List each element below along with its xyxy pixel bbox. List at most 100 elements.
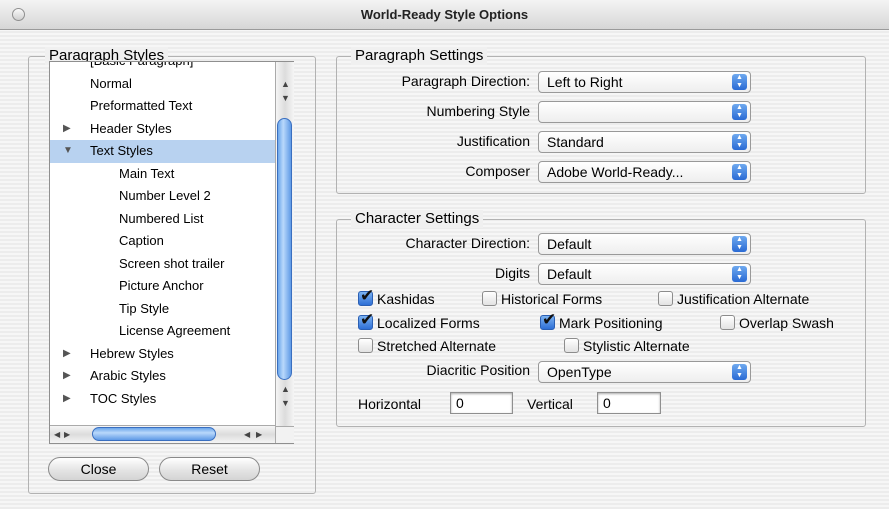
popup-arrows-icon: ▲ ▼ (732, 364, 747, 380)
scroll-up-arrow-icon[interactable]: ▲ (276, 383, 295, 395)
character-direction-value: Default (547, 236, 592, 252)
checkbox-box[interactable] (482, 291, 497, 306)
horizontal-label: Horizontal (358, 396, 422, 412)
scrollbar-corner (275, 426, 294, 443)
paragraph-direction-label: Paragraph Direction: (401, 73, 530, 89)
digits-popup[interactable]: Default ▲ ▼ (538, 263, 751, 285)
diacritic-position-value: OpenType (547, 364, 612, 380)
checkbox-box[interactable] (564, 338, 579, 353)
list-item[interactable]: ▶ Arabic Styles (50, 365, 276, 388)
list-item-label: [Basic Paragraph] (90, 62, 193, 73)
diacritic-position-popup[interactable]: OpenType ▲ ▼ (538, 361, 751, 383)
scroll-right-arrow-icon[interactable]: ▶ (64, 426, 70, 444)
list-item-label: Text Styles (90, 143, 153, 158)
list-item[interactable]: [Basic Paragraph] (50, 62, 276, 73)
digits-value: Default (547, 266, 592, 282)
disclosure-closed-icon[interactable]: ▶ (63, 388, 71, 411)
diacritic-position-label: Diacritic Position (426, 362, 530, 378)
checkbox-box[interactable] (658, 291, 673, 306)
scroll-up-arrow-icon[interactable]: ▲ (276, 78, 295, 90)
checkbox-box[interactable]: ✔ (358, 286, 374, 306)
scroll-down-arrow-icon[interactable]: ▼ (276, 92, 295, 104)
localized-forms-label: Localized Forms (377, 315, 480, 331)
window-close-icon[interactable] (12, 8, 25, 21)
list-item-label: License Agreement (119, 323, 231, 338)
checkmark-icon: ✔ (360, 286, 375, 305)
vertical-label: Vertical (527, 396, 573, 412)
composer-popup[interactable]: Adobe World-Ready... ▲ ▼ (538, 161, 751, 183)
list-item[interactable]: ▼ Text Styles (50, 140, 276, 163)
checkbox-box[interactable] (358, 338, 373, 353)
character-direction-label: Character Direction: (405, 235, 531, 251)
list-item-label: Numbered List (119, 210, 204, 226)
paragraph-styles-list[interactable]: [Basic Paragraph] Normal Preformatted Text… (49, 61, 294, 444)
checkbox-box[interactable] (720, 315, 735, 330)
digits-label: Digits (494, 265, 530, 281)
checkbox-box[interactable]: ✔ (358, 310, 374, 330)
list-item[interactable]: Preformatted Text (50, 95, 276, 118)
popup-arrows-icon: ▲ ▼ (732, 134, 747, 150)
horizontal-input[interactable]: 0 (450, 392, 513, 414)
scroll-down-arrow-icon[interactable]: ▼ (276, 397, 295, 409)
paragraph-settings-legend: Paragraph Settings (351, 47, 488, 65)
scroll-right-arrow-icon[interactable]: ▶ (256, 426, 262, 444)
list-item[interactable]: Screen shot trailer (50, 253, 276, 276)
title-bar: World-Ready Style Options (0, 0, 889, 30)
vertical-input[interactable]: 0 (597, 392, 661, 414)
numbering-style-popup[interactable]: ▲ ▼ (538, 101, 751, 123)
list-item-label: TOC Styles (90, 390, 157, 406)
list-item-label: Preformatted Text (90, 98, 193, 113)
scroll-left-arrow-icon[interactable]: ◀ (244, 426, 250, 444)
mark-positioning-label: Mark Positioning (559, 315, 663, 331)
historical-forms-checkbox[interactable]: Historical Forms (482, 289, 602, 309)
list-item[interactable]: Number Level 2 (50, 185, 276, 208)
list-item[interactable]: Normal (50, 73, 276, 96)
kashidas-checkbox[interactable]: ✔ Kashidas (358, 286, 435, 309)
justification-alternate-label: Justification Alternate (677, 291, 810, 307)
list-item[interactable]: Numbered List (50, 208, 276, 231)
justification-label: Justification (456, 133, 530, 149)
close-button[interactable]: Close (48, 457, 149, 481)
character-direction-popup[interactable]: Default ▲ ▼ (538, 233, 751, 255)
list-horizontal-scroll-thumb[interactable] (92, 427, 216, 441)
disclosure-closed-icon[interactable]: ▶ (63, 343, 71, 366)
popup-arrows-icon: ▲ ▼ (732, 104, 747, 120)
paragraph-direction-value: Left to Right (547, 74, 623, 90)
list-item[interactable]: ▶ Header Styles (50, 118, 276, 141)
overlap-swash-checkbox[interactable]: Overlap Swash (720, 313, 834, 333)
stylistic-alternate-checkbox[interactable]: Stylistic Alternate (564, 336, 690, 356)
justification-popup[interactable]: Standard ▲ ▼ (538, 131, 751, 153)
list-vertical-scroll-thumb[interactable] (277, 118, 292, 380)
checkmark-icon: ✔ (542, 310, 557, 329)
list-item-label: Main Text (119, 165, 175, 181)
list-item[interactable]: ▶ TOC Styles (50, 388, 276, 411)
disclosure-closed-icon[interactable]: ▶ (63, 365, 71, 388)
list-item[interactable]: Tip Style (50, 298, 276, 321)
justification-alternate-checkbox[interactable]: Justification Alternate (658, 289, 809, 309)
composer-value: Adobe World-Ready... (547, 164, 684, 180)
mark-positioning-checkbox[interactable]: ✔ Mark Positioning (540, 310, 663, 333)
reset-button[interactable]: Reset (159, 457, 260, 481)
list-item[interactable]: Picture Anchor (50, 275, 276, 298)
stretched-alternate-checkbox[interactable]: Stretched Alternate (358, 336, 496, 356)
checkbox-box[interactable]: ✔ (540, 310, 556, 330)
overlap-swash-label: Overlap Swash (739, 315, 834, 331)
localized-forms-checkbox[interactable]: ✔ Localized Forms (358, 310, 480, 333)
popup-arrows-icon: ▲ ▼ (732, 74, 747, 90)
list-item[interactable]: ▶ Hebrew Styles (50, 343, 276, 366)
list-item[interactable]: License Agreement (50, 320, 276, 343)
composer-label: Composer (465, 163, 530, 179)
stylistic-alternate-label: Stylistic Alternate (583, 338, 690, 354)
checkmark-icon: ✔ (360, 310, 375, 329)
scroll-left-arrow-icon[interactable]: ◀ (54, 426, 60, 444)
paragraph-direction-popup[interactable]: Left to Right ▲ ▼ (538, 71, 751, 93)
list-item-label: Number Level 2 (119, 188, 211, 203)
list-item[interactable]: Main Text (50, 163, 276, 186)
disclosure-closed-icon[interactable]: ▶ (63, 118, 71, 141)
disclosure-open-icon[interactable]: ▼ (63, 140, 73, 163)
historical-forms-label: Historical Forms (501, 291, 603, 307)
list-item[interactable]: Caption (50, 230, 276, 253)
kashidas-label: Kashidas (377, 291, 435, 307)
list-item-label: Screen shot trailer (119, 255, 225, 271)
list-item-label: Header Styles (90, 120, 172, 136)
